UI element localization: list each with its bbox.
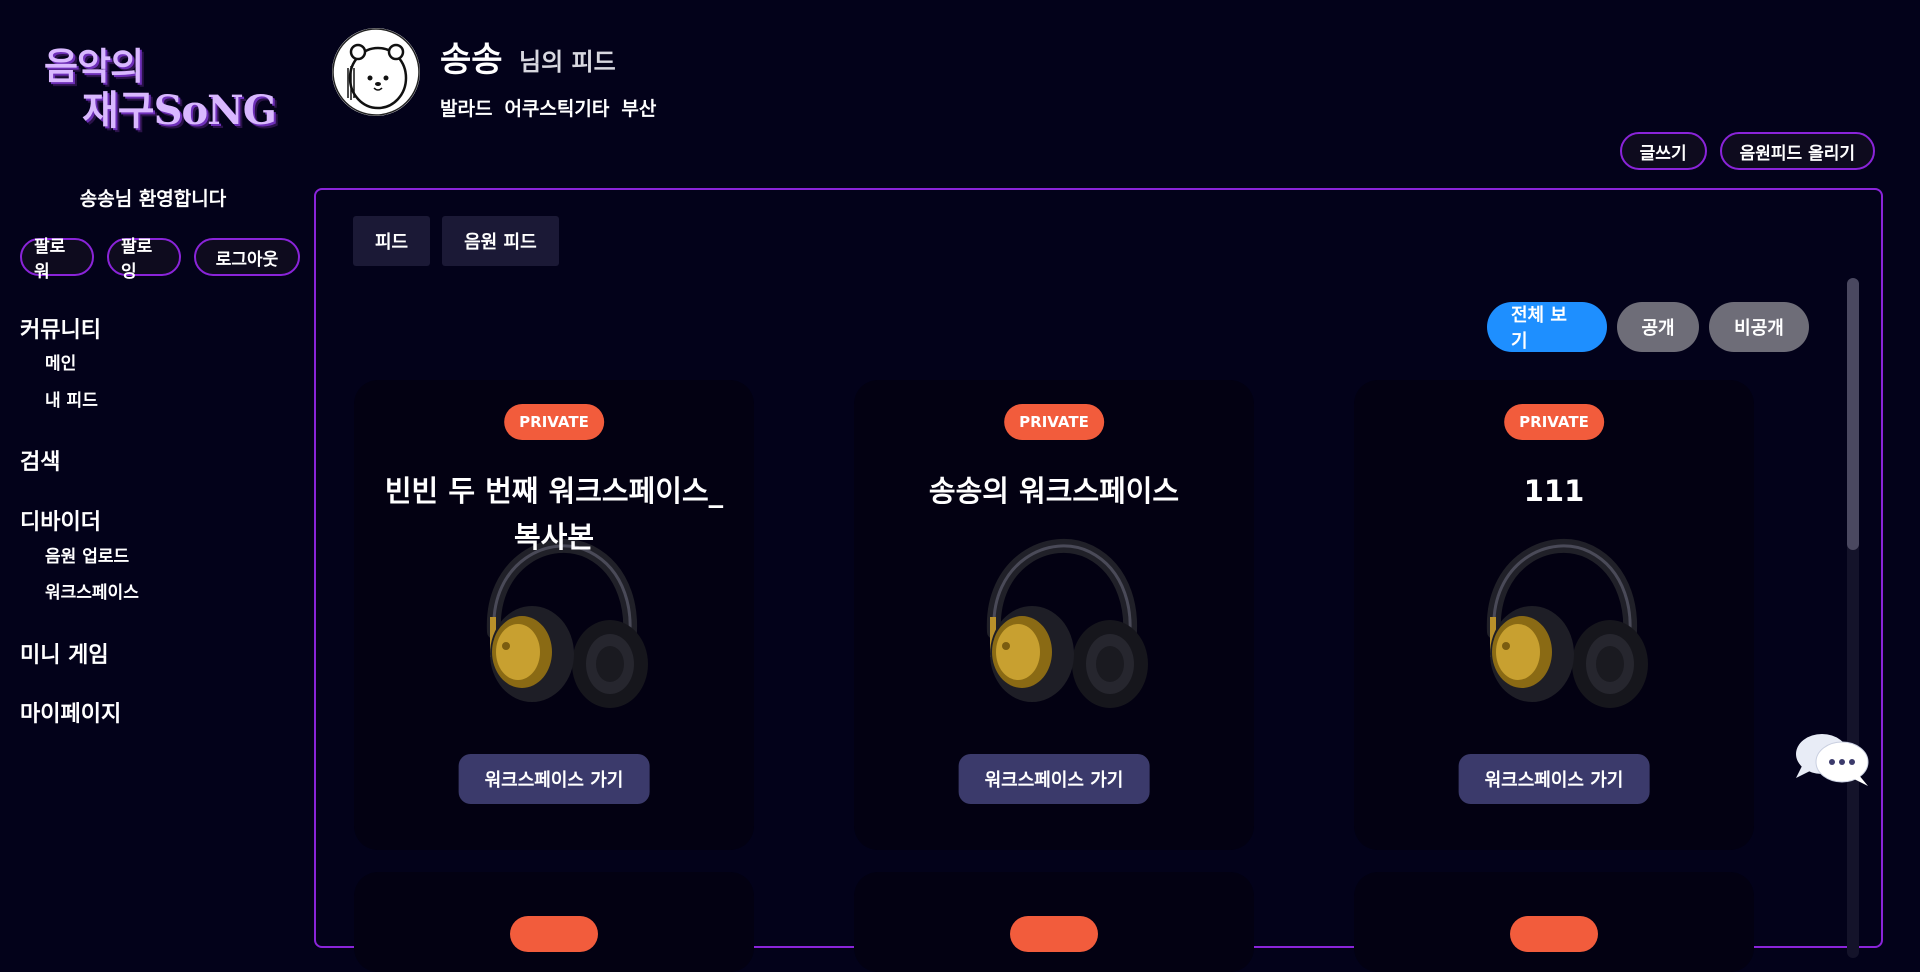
workspace-title: 송송의 워크스페이스: [928, 474, 1180, 508]
tab-feed[interactable]: 피드: [353, 216, 431, 266]
nav-section-search[interactable]: 검색: [20, 444, 60, 476]
workspace-card-partial[interactable]: [854, 872, 1254, 972]
visibility-badge-partial: [1510, 916, 1598, 952]
avatar[interactable]: [332, 28, 420, 116]
profile-tags: 발라드 어쿠스틱기타 부산: [440, 94, 656, 121]
workspace-card-partial[interactable]: [354, 872, 754, 972]
visibility-badge: PRIVATE: [1004, 404, 1104, 440]
sidebar-user-buttons: 팔로워 팔로잉 로그아웃: [20, 237, 300, 282]
write-button[interactable]: 글쓰기: [1619, 132, 1707, 170]
filter-private-button[interactable]: 비공개: [1709, 302, 1809, 352]
go-to-workspace-button[interactable]: 워크스페이스 가기: [1458, 754, 1650, 804]
tag-region: 부산: [621, 98, 657, 120]
visibility-badge: PRIVATE: [504, 404, 604, 440]
feed-tabs: 피드 음원 피드: [353, 216, 559, 266]
chat-button[interactable]: [1792, 730, 1872, 790]
go-to-workspace-button[interactable]: 워크스페이스 가기: [958, 754, 1150, 804]
feed-panel: 피드 음원 피드 전체 보기 공개 비공개 PRIVATE 빈빈 두 번째 워크…: [314, 188, 1883, 972]
following-button[interactable]: 팔로잉: [107, 237, 181, 282]
nav-section-divider[interactable]: 디바이더: [20, 504, 101, 536]
tag-genre: 발라드: [440, 98, 493, 120]
headphones-icon: [986, 538, 1148, 708]
nav-item-main[interactable]: 메인: [45, 349, 76, 374]
tab-music-feed[interactable]: 음원 피드: [442, 216, 559, 266]
workspace-card[interactable]: PRIVATE 빈빈 두 번째 워크스페이스_복사본 워크스페이스 가기: [354, 380, 754, 850]
bear-avatar-icon: [332, 28, 420, 116]
logout-button[interactable]: 로그아웃: [194, 238, 300, 276]
nav-section-community[interactable]: 커뮤니티: [20, 312, 101, 344]
visibility-filters: 전체 보기 공개 비공개: [1487, 302, 1809, 352]
nav-section-mypage[interactable]: 마이페이지: [20, 696, 121, 728]
workspace-card[interactable]: PRIVATE 111 워크스페이스 가기: [1354, 380, 1754, 850]
visibility-badge-partial: [510, 916, 598, 952]
filter-public-button[interactable]: 공개: [1617, 302, 1699, 352]
visibility-badge: PRIVATE: [1504, 404, 1604, 440]
headphones-icon: [1486, 538, 1648, 708]
scrollbar-thumb[interactable]: [1847, 278, 1859, 550]
chat-bubbles-icon: [1796, 734, 1869, 786]
app-logo[interactable]: 음악의 재구SoNG: [44, 36, 294, 136]
workspace-card[interactable]: PRIVATE 송송의 워크스페이스 워크스페이스 가기: [854, 380, 1254, 850]
upload-feed-button[interactable]: 음원피드 올리기: [1719, 132, 1875, 170]
workspace-title: 빈빈 두 번째 워크스페이스_복사본: [384, 474, 724, 554]
profile-user-name: 송송: [440, 40, 503, 80]
nav-item-workspace[interactable]: 워크스페이스: [45, 578, 139, 603]
nav-item-my-feed[interactable]: 내 피드: [45, 386, 98, 411]
visibility-badge-partial: [1010, 916, 1098, 952]
tag-instrument: 어쿠스틱기타: [504, 98, 610, 120]
nav-section-mini-game[interactable]: 미니 게임: [20, 637, 109, 669]
logo-line2: 재구SoNG: [82, 87, 277, 134]
workspace-card-partial[interactable]: [1354, 872, 1754, 972]
follower-button[interactable]: 팔로워: [20, 237, 94, 282]
panel-scrollbar[interactable]: [1847, 278, 1859, 958]
workspace-title: 111: [1523, 474, 1585, 508]
filter-all-button[interactable]: 전체 보기: [1487, 302, 1607, 352]
welcome-message: 송송님 환영합니다: [79, 188, 227, 210]
go-to-workspace-button[interactable]: 워크스페이스 가기: [458, 754, 650, 804]
header-actions: 글쓰기 음원피드 올리기: [1619, 132, 1875, 170]
profile-feed-suffix: 님의 피드: [519, 48, 616, 76]
nav-item-upload[interactable]: 음원 업로드: [45, 542, 129, 567]
